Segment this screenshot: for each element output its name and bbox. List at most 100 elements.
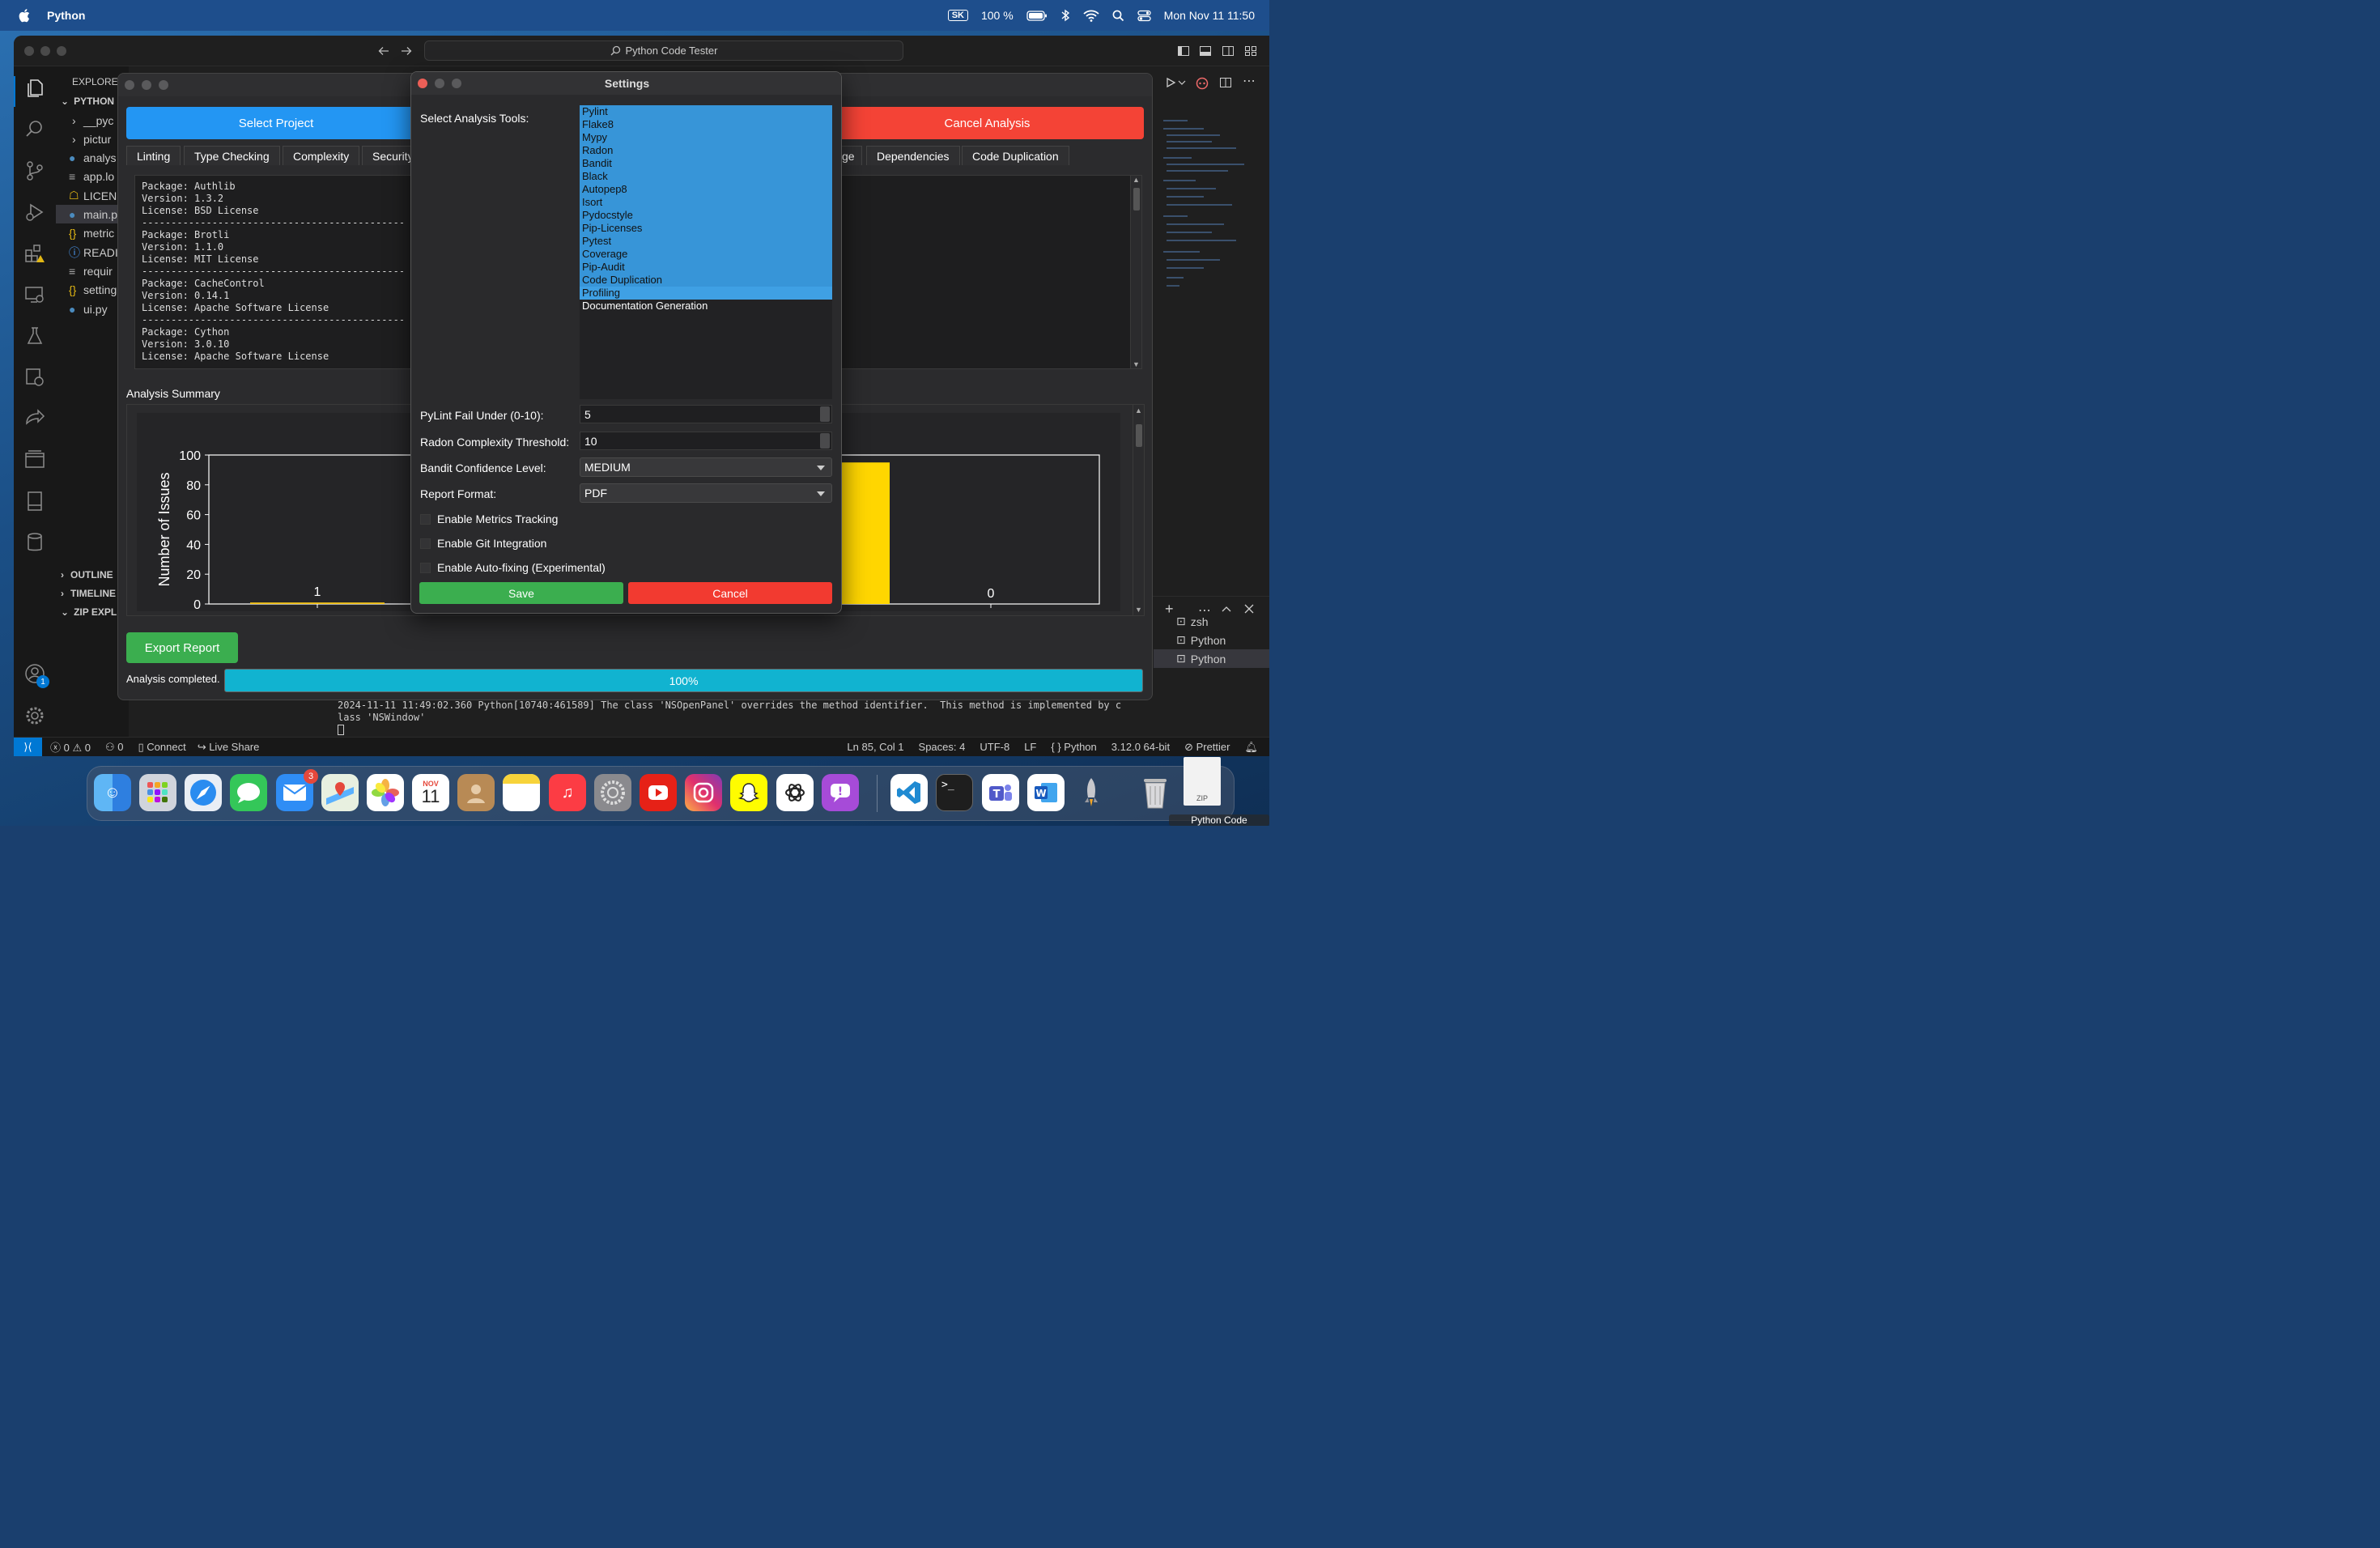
launchpad-icon[interactable] <box>139 774 176 811</box>
file-item[interactable]: ≡ requir <box>69 262 113 280</box>
ports-indicator[interactable]: ⚇ 0 <box>105 741 124 754</box>
file-item[interactable]: {} setting <box>69 280 117 299</box>
terminal-item-zsh[interactable]: ⊡ zsh <box>1154 612 1269 631</box>
music-icon[interactable]: ♫ <box>549 774 586 811</box>
mail-icon[interactable]: 3 <box>276 769 318 811</box>
cancel-button[interactable]: Cancel <box>628 582 832 604</box>
terminal-item-python[interactable]: ⊡ Python <box>1154 631 1269 649</box>
forward-arrow-icon[interactable] <box>401 45 412 57</box>
wifi-icon[interactable] <box>1083 10 1099 22</box>
contacts-icon[interactable] <box>457 774 495 811</box>
save-button[interactable]: Save <box>419 582 623 604</box>
cancel-analysis-button[interactable]: Cancel Analysis <box>831 107 1144 139</box>
output-scrollbar[interactable]: ▲ ▼ <box>1130 176 1141 368</box>
file-item[interactable]: ⓘ READI <box>69 243 118 262</box>
maps-icon[interactable] <box>321 774 359 811</box>
prettier-item[interactable]: ⊘ Prettier <box>1184 741 1230 754</box>
teams-icon[interactable]: T <box>982 774 1019 811</box>
spotlight-search-icon[interactable] <box>1112 10 1124 22</box>
problems-indicator[interactable]: ⓧ 0 ⚠ 0 <box>50 739 91 755</box>
tool-option[interactable]: Black <box>580 170 832 183</box>
tab-dependencies[interactable]: Dependencies <box>866 146 960 165</box>
split-editor-icon[interactable] <box>1219 76 1232 89</box>
photos-icon[interactable] <box>367 774 404 811</box>
messages-icon[interactable] <box>230 774 267 811</box>
tab-linting[interactable]: Linting <box>126 146 181 165</box>
language-mode[interactable]: { } Python <box>1051 741 1096 753</box>
timeline-section[interactable]: › TIMELINE <box>61 584 116 602</box>
analysis-tools-list[interactable]: Pylint Flake8 Mypy Radon Bandit Black Autopep8… <box>580 105 832 399</box>
copilot-icon[interactable] <box>1195 75 1209 90</box>
tab-type-checking[interactable]: Type Checking <box>184 146 280 165</box>
toggle-panel-icon[interactable] <box>1199 45 1212 57</box>
zip-file-label[interactable]: Python Code <box>1169 814 1269 826</box>
toggle-secondary-sidebar-icon[interactable] <box>1222 45 1235 57</box>
git-integration-checkbox[interactable]: Enable Git Integration <box>420 537 546 550</box>
connect-item[interactable]: ▯ Connect <box>138 741 186 754</box>
calendar-icon[interactable]: NOV 11 <box>412 774 449 811</box>
testing-flask-icon[interactable] <box>23 325 46 347</box>
bandit-confidence-select[interactable]: MEDIUM <box>580 457 832 477</box>
auto-fixing-checkbox[interactable]: Enable Auto-fixing (Experimental) <box>420 561 606 574</box>
battery-icon[interactable] <box>1026 10 1048 21</box>
database-icon[interactable] <box>23 531 46 554</box>
python-version[interactable]: 3.12.0 64-bit <box>1111 741 1170 753</box>
file-item[interactable]: ≡ app.lo <box>69 167 114 185</box>
tool-option[interactable]: Pylint <box>580 105 832 118</box>
terminal-icon[interactable]: >_ <box>936 774 973 811</box>
tool-option[interactable]: Radon <box>580 144 832 157</box>
end-of-line[interactable]: LF <box>1024 741 1036 753</box>
select-project-button[interactable]: Select Project <box>126 107 426 139</box>
extensions-icon[interactable] <box>23 242 46 265</box>
tool-option[interactable]: Code Duplication <box>580 274 832 287</box>
cursor-position[interactable]: Ln 85, Col 1 <box>847 741 903 753</box>
file-item[interactable]: ☖ LICEN <box>69 186 117 205</box>
vscode-icon[interactable] <box>890 774 928 811</box>
book-icon[interactable] <box>23 490 46 512</box>
file-item[interactable]: ● ui.py <box>69 300 108 318</box>
apple-icon[interactable] <box>18 8 32 23</box>
control-center-icon[interactable] <box>1137 10 1151 22</box>
zoom-dialog-button[interactable] <box>452 79 461 88</box>
close-dialog-button[interactable] <box>418 79 427 88</box>
back-arrow-icon[interactable] <box>378 45 389 57</box>
file-item[interactable]: › pictur <box>72 130 111 148</box>
close-window-button[interactable] <box>24 46 34 56</box>
tool-option[interactable]: Pip-Licenses <box>580 222 832 235</box>
settings-sync-icon[interactable] <box>23 366 46 389</box>
notes-icon[interactable] <box>503 774 540 811</box>
customize-layout-icon[interactable] <box>1244 45 1257 57</box>
pylint-fail-under-spinbox[interactable]: 5 <box>580 405 832 423</box>
tool-option[interactable]: Pytest <box>580 235 832 248</box>
tool-option[interactable]: Pip-Audit <box>580 261 832 274</box>
clock[interactable]: Mon Nov 11 11:50 <box>1164 9 1255 22</box>
youtube-icon[interactable] <box>640 774 677 811</box>
spinner-arrows-icon[interactable] <box>820 406 830 422</box>
live-share-item[interactable]: ↪ Live Share <box>198 741 260 754</box>
chart-scrollbar[interactable]: ▲ ▼ <box>1133 405 1144 615</box>
tool-option[interactable]: Bandit <box>580 157 832 170</box>
feedback-icon[interactable]: ! <box>822 774 859 811</box>
bluetooth-icon[interactable] <box>1060 9 1070 22</box>
indentation[interactable]: Spaces: 4 <box>919 741 966 753</box>
file-item[interactable]: {} metric <box>69 223 114 242</box>
chevron-down-icon[interactable] <box>1178 79 1186 86</box>
panels-icon[interactable] <box>23 449 46 471</box>
remote-explorer-icon[interactable] <box>23 283 46 306</box>
run-icon[interactable] <box>1165 77 1176 88</box>
file-item[interactable]: ● analys <box>69 148 116 167</box>
radon-threshold-spinbox[interactable]: 10 <box>580 432 832 450</box>
more-actions-icon[interactable]: ⋯ <box>1243 73 1256 89</box>
command-center-search[interactable]: Python Code Tester <box>424 40 903 61</box>
rocket-app-icon[interactable] <box>1073 774 1110 811</box>
tool-option[interactable]: Mypy <box>580 131 832 144</box>
zoom-window-button[interactable] <box>159 80 168 90</box>
close-window-button[interactable] <box>125 80 134 90</box>
spinner-arrows-icon[interactable] <box>820 433 830 449</box>
manage-gear-icon[interactable] <box>23 704 46 727</box>
zip-file-desktop-icon[interactable]: ZIP <box>1184 757 1221 806</box>
explorer-files-icon[interactable] <box>23 77 46 100</box>
system-settings-icon[interactable] <box>594 774 631 811</box>
chatgpt-icon[interactable] <box>776 774 814 811</box>
tab-complexity[interactable]: Complexity <box>283 146 360 165</box>
